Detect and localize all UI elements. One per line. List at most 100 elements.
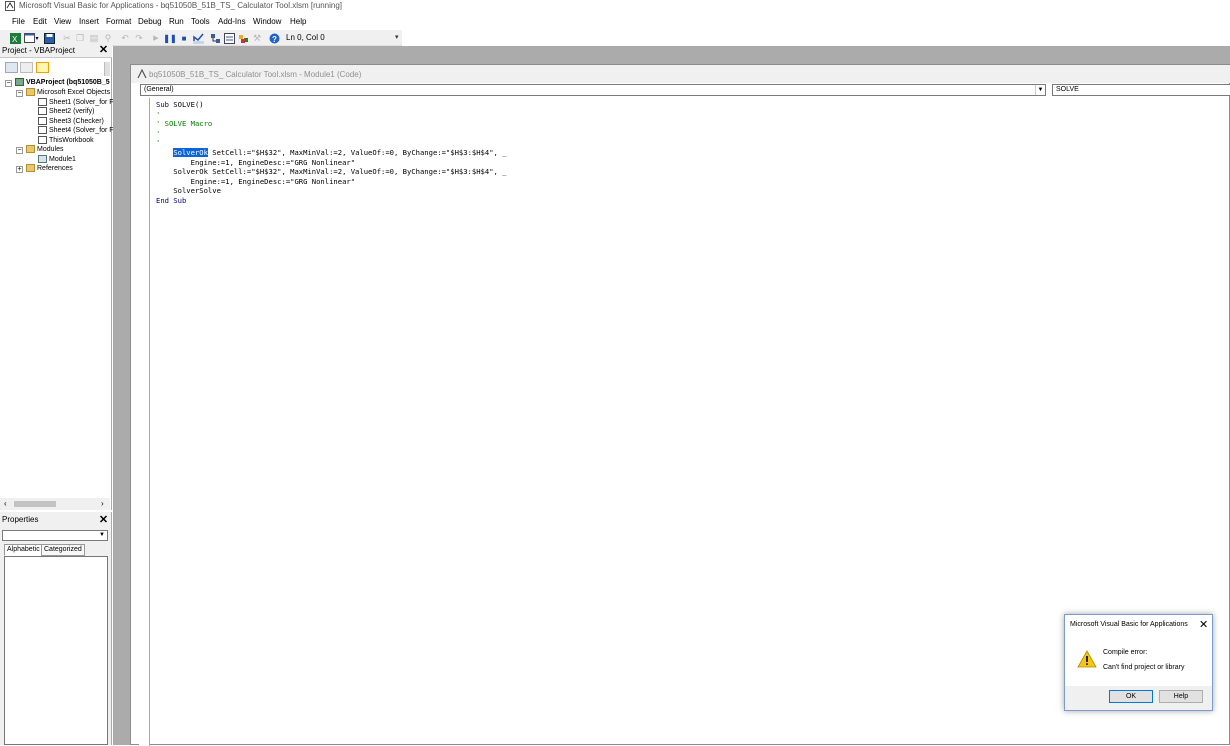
compile-error-dialog: Microsoft Visual Basic for Applications … xyxy=(1064,614,1213,711)
collapse-icon[interactable]: − xyxy=(5,80,12,87)
code-editor[interactable]: Sub SOLVE() ' ' SOLVE Macro ' ' SolverOk Set… xyxy=(156,100,507,206)
view-object-button[interactable] xyxy=(20,62,33,73)
object-select[interactable]: ▼ xyxy=(2,530,108,541)
properties-window-button[interactable] xyxy=(223,32,235,44)
ok-button[interactable]: OK xyxy=(1109,690,1153,703)
tree-item-label: Sheet3 (Checker) xyxy=(49,117,104,125)
menu-window[interactable]: Window xyxy=(253,17,281,26)
break-button[interactable]: ❚❚ xyxy=(163,32,176,44)
tree-item-label: Microsoft Excel Objects xyxy=(37,88,111,96)
tab-categorized[interactable]: Categorized xyxy=(41,544,85,556)
keyword-end-sub: End Sub xyxy=(156,195,187,205)
scroll-right-icon[interactable]: › xyxy=(101,499,104,508)
scroll-left-icon[interactable]: ‹ xyxy=(4,499,7,508)
undo-button[interactable]: ↶ xyxy=(119,32,131,44)
close-icon[interactable]: ✕ xyxy=(98,515,109,526)
object-browser-button[interactable] xyxy=(237,32,249,44)
scrollbar-thumb[interactable] xyxy=(14,501,56,507)
project-icon xyxy=(15,78,24,86)
code-text: SOLVE() xyxy=(168,100,204,109)
tree-item-sheet4[interactable]: Sheet4 (Solver_for F xyxy=(38,126,114,134)
menu-insert[interactable]: Insert xyxy=(79,17,99,26)
tree-item-label: Modules xyxy=(37,145,64,153)
design-mode-button[interactable] xyxy=(192,32,204,44)
toolbar-grip xyxy=(104,62,110,76)
project-explorer-toolbar xyxy=(0,59,112,76)
tree-item-modules[interactable]: Modules xyxy=(26,145,63,153)
copy-button[interactable]: ❐ xyxy=(74,32,86,44)
properties-list[interactable] xyxy=(4,556,108,745)
tree-item-label: VBAProject (bq51050B_5 xyxy=(26,78,110,86)
menu-file[interactable]: File xyxy=(12,17,25,26)
tree-item-sheet1[interactable]: Sheet1 (Solver_for F xyxy=(38,98,114,106)
object-dropdown[interactable]: (General) ▼ xyxy=(140,84,1046,96)
toolbox-button[interactable]: ⚒ xyxy=(251,32,263,44)
view-excel-button[interactable]: X xyxy=(9,32,21,44)
close-icon[interactable]: ✕ xyxy=(98,45,109,56)
project-explorer-header: Project - VBAProject ✕ xyxy=(0,44,112,58)
redo-button[interactable]: ↷ xyxy=(133,32,145,44)
insert-form-icon xyxy=(23,33,35,43)
save-button[interactable] xyxy=(43,32,55,44)
collapse-icon[interactable]: − xyxy=(16,147,23,154)
help-button[interactable]: ? xyxy=(268,32,280,44)
worksheet-icon xyxy=(38,117,47,125)
tree-item-vbaproject[interactable]: VBAProject (bq51050B_5 xyxy=(15,78,110,86)
project-explorer-icon xyxy=(210,33,220,43)
menu-debug[interactable]: Debug xyxy=(138,17,162,26)
menu-format[interactable]: Format xyxy=(106,17,131,26)
insert-dropdown-arrow[interactable]: ▾ xyxy=(34,32,40,44)
tree-item-thisworkbook[interactable]: ThisWorkbook xyxy=(38,136,94,144)
menu-edit[interactable]: Edit xyxy=(33,17,47,26)
code-comment: ' SOLVE Macro xyxy=(156,119,213,129)
properties-icon xyxy=(223,32,235,44)
help-button[interactable]: Help xyxy=(1159,690,1203,703)
keyword-sub: Sub xyxy=(156,100,169,109)
tree-item-sheet3[interactable]: Sheet3 (Checker) xyxy=(38,117,104,125)
chevron-down-icon[interactable]: ▼ xyxy=(1035,85,1045,95)
run-button[interactable]: ▶ xyxy=(150,32,162,44)
selected-text[interactable]: SolverOk xyxy=(173,147,208,157)
toggle-folders-button[interactable] xyxy=(36,62,49,73)
tree-item-references[interactable]: References xyxy=(26,164,73,172)
paste-button[interactable]: ▤ xyxy=(88,32,100,44)
close-icon[interactable]: ✕ xyxy=(1199,618,1208,631)
code-comment: ' xyxy=(156,128,161,138)
object-browser-icon xyxy=(238,34,248,43)
vba-app-icon xyxy=(5,1,15,11)
procedure-dropdown[interactable]: SOLVE xyxy=(1052,84,1230,96)
code-margin[interactable] xyxy=(139,98,150,746)
toolbar-options-icon[interactable]: ▾ xyxy=(395,33,400,43)
menu-view[interactable]: View xyxy=(54,17,71,26)
code-line: Engine:=1, EngineDesc:="GRG Nonlinear" xyxy=(156,157,356,167)
code-line: SolverSolve xyxy=(156,186,221,196)
menu-run[interactable]: Run xyxy=(169,17,184,26)
project-explorer-title: Project - VBAProject xyxy=(2,46,75,55)
scissors-icon: ✂ xyxy=(63,32,71,43)
chevron-down-icon[interactable]: ▼ xyxy=(98,532,106,540)
tab-alphabetic[interactable]: Alphabetic xyxy=(4,544,43,556)
cut-button[interactable]: ✂ xyxy=(61,32,73,44)
tree-item-module1[interactable]: Module1 xyxy=(38,155,76,163)
module-icon xyxy=(38,155,47,163)
reset-button[interactable]: ■ xyxy=(178,32,190,44)
tree-item-sheet2[interactable]: Sheet2 (verify) xyxy=(38,107,95,115)
tree-item-label: Sheet2 (verify) xyxy=(49,107,95,115)
project-explorer-button[interactable] xyxy=(209,32,221,44)
find-button[interactable]: ⚲ xyxy=(102,32,114,44)
menu-add-ins[interactable]: Add-Ins xyxy=(218,17,246,26)
save-icon xyxy=(43,32,55,44)
dialog-title: Microsoft Visual Basic for Applications xyxy=(1070,621,1188,628)
horizontal-scrollbar[interactable]: ‹ › xyxy=(0,498,110,510)
tree-item-excel-objects[interactable]: Microsoft Excel Objects xyxy=(26,88,110,96)
code-window-title: bq51050B_51B_TS_ Calculator Tool.xlsm - … xyxy=(149,70,362,79)
code-line: SolverOk SetCell:="$H$32", MaxMinVal:=2,… xyxy=(156,167,507,177)
dialog-footer: OK Help xyxy=(1065,686,1212,710)
menu-tools[interactable]: Tools xyxy=(191,17,210,26)
redo-icon: ↷ xyxy=(135,32,143,43)
expand-icon[interactable]: + xyxy=(16,166,23,173)
workbook-icon xyxy=(38,136,47,144)
view-code-button[interactable] xyxy=(5,62,18,73)
collapse-icon[interactable]: − xyxy=(16,90,23,97)
menu-help[interactable]: Help xyxy=(290,17,306,26)
